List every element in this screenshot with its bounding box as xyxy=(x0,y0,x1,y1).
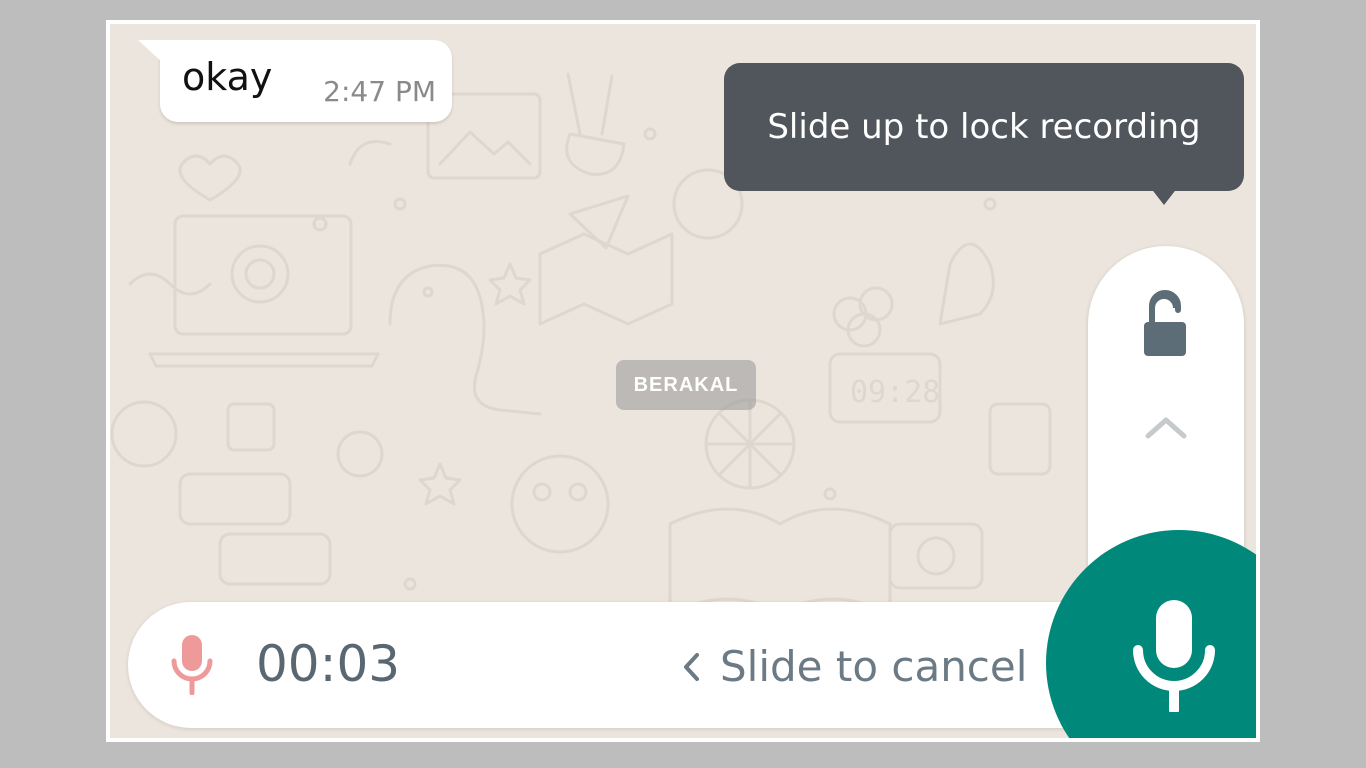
tooltip-arrow xyxy=(1150,187,1178,205)
bubble-tail xyxy=(138,40,162,62)
watermark-logo: BERAKAL xyxy=(616,360,756,410)
slide-to-cancel-label: Slide to cancel xyxy=(720,642,1028,691)
mic-icon xyxy=(1133,600,1215,712)
chevron-up-icon xyxy=(1145,417,1187,439)
lock-recording-tooltip: Slide up to lock recording xyxy=(724,63,1244,205)
recording-bar: 00:03 Slide to cancel xyxy=(128,602,1128,728)
lock-open-icon[interactable] xyxy=(1140,290,1192,362)
tooltip-text: Slide up to lock recording xyxy=(767,107,1201,147)
message-text: okay xyxy=(182,55,273,99)
svg-text:09:28: 09:28 xyxy=(850,375,940,410)
slide-to-cancel[interactable]: Slide to cancel xyxy=(682,642,1027,692)
chevron-left-icon xyxy=(684,653,699,681)
recording-timer: 00:03 xyxy=(256,635,401,693)
message-timestamp: 2:47 PM xyxy=(323,75,436,108)
recording-mic-icon xyxy=(171,635,213,695)
screenshot-frame: 09:28 okay 2:47 PM Slide up to lock reco… xyxy=(106,20,1260,742)
watermark-text: BERAKAL xyxy=(633,373,739,396)
message-bubble[interactable]: okay 2:47 PM xyxy=(138,40,452,122)
chat-area[interactable]: 09:28 okay 2:47 PM Slide up to lock reco… xyxy=(110,24,1256,738)
